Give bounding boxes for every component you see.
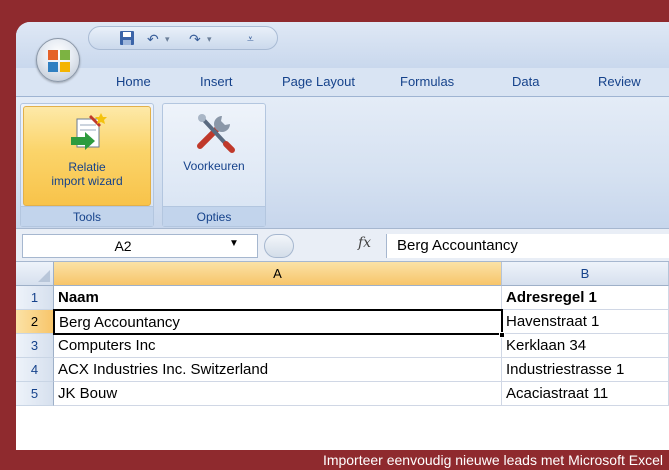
chevron-down-icon[interactable]: ▼ [229,238,239,249]
row-header-5[interactable]: 5 [16,382,54,406]
name-box[interactable]: A2 ▼ [22,234,258,258]
formula-content: Berg Accountancy [397,237,518,254]
import-wizard-icon [71,113,107,150]
row-header-4[interactable]: 4 [16,358,54,382]
voorkeuren-button[interactable]: Voorkeuren [165,106,263,206]
cell-a5[interactable]: JK Bouw [54,382,502,406]
magazine-frame: ↶ ▾ ↷ ▾ ⩡ Home Insert Page Layout Formul… [0,0,669,470]
fill-handle[interactable] [499,332,505,338]
tools-icon [197,114,235,153]
redo-dropdown-icon[interactable]: ▾ [207,30,212,48]
cell-b4[interactable]: Industriestrasse 1 [502,358,669,382]
group-label-opties: Opties [163,206,265,226]
figure-caption: Importeer eenvoudig nieuwe leads met Mic… [322,452,663,468]
row-header-3[interactable]: 3 [16,334,54,358]
customize-icon[interactable]: ⩡ [247,30,254,48]
group-tools: Relatie import wizard Tools [20,103,154,227]
cell-b3[interactable]: Kerklaan 34 [502,334,669,358]
ribbon-tabs: Home Insert Page Layout Formulas Data Re… [16,68,669,96]
tab-data[interactable]: Data [512,74,539,89]
relatie-label-line2: import wizard [51,174,123,188]
voorkeuren-label: Voorkeuren [183,159,245,173]
group-opties: Voorkeuren Opties [162,103,266,227]
row-header-1[interactable]: 1 [16,286,54,310]
save-icon[interactable] [119,30,135,48]
column-header-a[interactable]: A [54,262,502,286]
tab-formulas[interactable]: Formulas [400,74,454,89]
spreadsheet-grid: A B 1 Naam Adresregel 1 2 Berg Accountan… [16,262,669,450]
row-header-2[interactable]: 2 [16,310,54,334]
tab-page-layout[interactable]: Page Layout [282,74,355,89]
cell-a3[interactable]: Computers Inc [54,334,502,358]
tab-insert[interactable]: Insert [200,74,233,89]
quick-access-toolbar: ↶ ▾ ↷ ▾ ⩡ [88,26,278,50]
office-button[interactable] [36,38,80,82]
cell-b5[interactable]: Acaciastraat 11 [502,382,669,406]
fx-icon[interactable]: fx [358,235,371,251]
relatie-label-line1: Relatie [68,160,106,174]
ribbon: Relatie import wizard Tools Voorkeuren O… [16,96,669,228]
formula-bar: A2 ▼ fx Berg Accountancy [16,228,669,262]
redo-icon[interactable]: ↷ [189,30,201,48]
undo-dropdown-icon[interactable]: ▾ [165,30,170,48]
office-logo-icon [48,50,70,72]
group-label-tools: Tools [21,206,153,226]
tab-review[interactable]: Review [598,74,641,89]
undo-icon[interactable]: ↶ [147,30,159,48]
cell-a1[interactable]: Naam [54,286,502,310]
formula-input[interactable]: Berg Accountancy [386,234,669,258]
tab-home[interactable]: Home [116,74,151,89]
name-box-value: A2 [114,238,132,254]
cell-a4[interactable]: ACX Industries Inc. Switzerland [54,358,502,382]
relatie-import-wizard-button[interactable]: Relatie import wizard [23,106,151,206]
select-all-corner[interactable] [16,262,54,286]
column-header-b[interactable]: B [502,262,669,286]
formula-expand-button[interactable] [264,234,294,258]
cell-b1[interactable]: Adresregel 1 [502,286,669,310]
cell-b2[interactable]: Havenstraat 1 [502,310,669,334]
cell-a2[interactable]: Berg Accountancy [53,309,503,335]
quick-access-toolbar-area: ↶ ▾ ↷ ▾ ⩡ [16,22,669,68]
excel-window: ↶ ▾ ↷ ▾ ⩡ Home Insert Page Layout Formul… [16,22,669,450]
